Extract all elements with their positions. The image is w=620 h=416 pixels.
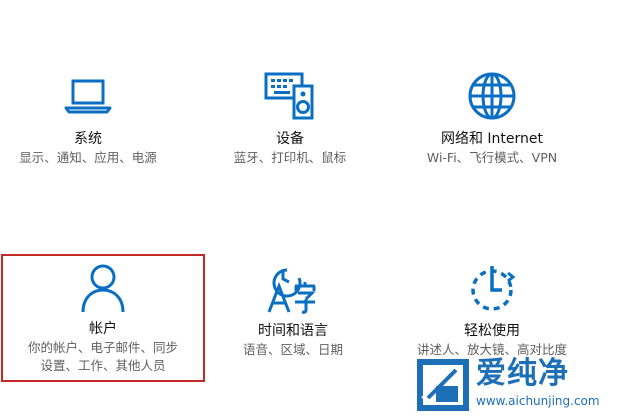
tile-description: 设置、工作、其他人员 bbox=[40, 358, 166, 373]
ease-of-access-icon bbox=[464, 260, 520, 316]
tile-network[interactable]: 网络和 Internet Wi-Fi、飞行模式、VPN bbox=[392, 68, 592, 166]
keyboard-speaker-icon bbox=[262, 68, 318, 124]
tile-title: 设备 bbox=[276, 131, 304, 147]
laptop-icon bbox=[60, 68, 116, 124]
tile-ease-of-access[interactable]: 轻松使用 讲述人、放大镜、高对比度 bbox=[392, 260, 592, 358]
globe-icon bbox=[464, 68, 520, 124]
tile-title: 轻松使用 bbox=[464, 323, 520, 339]
tile-description: Wi-Fi、飞行模式、VPN bbox=[426, 150, 558, 165]
tile-description: 蓝牙、打印机、鼠标 bbox=[233, 150, 347, 165]
person-icon bbox=[75, 260, 131, 316]
watermark-brand: 爱纯净 bbox=[476, 356, 569, 391]
tile-description: 语音、区域、日期 bbox=[242, 342, 343, 357]
watermark-url: www.aichunjing.com bbox=[476, 394, 600, 408]
tile-time-language[interactable]: 时间和语言 语音、区域、日期 bbox=[205, 260, 381, 358]
tile-title: 系统 bbox=[74, 131, 102, 147]
tile-system[interactable]: 系统 显示、通知、应用、电源 bbox=[0, 68, 176, 166]
tile-title: 帐户 bbox=[89, 321, 117, 337]
watermark-logo-icon bbox=[417, 359, 469, 411]
clock-language-icon bbox=[265, 260, 321, 316]
tile-accounts[interactable]: 帐户 你的帐户、电子邮件、同步 设置、工作、其他人员 bbox=[1, 254, 205, 382]
tile-description: 你的帐户、电子邮件、同步 bbox=[27, 340, 178, 355]
tile-title: 时间和语言 bbox=[258, 323, 328, 339]
tile-description: 显示、通知、应用、电源 bbox=[19, 150, 157, 165]
tile-title: 网络和 Internet bbox=[440, 131, 544, 147]
tile-devices[interactable]: 设备 蓝牙、打印机、鼠标 bbox=[202, 68, 378, 166]
watermark: 爱纯净 www.aichunjing.com bbox=[412, 356, 612, 414]
